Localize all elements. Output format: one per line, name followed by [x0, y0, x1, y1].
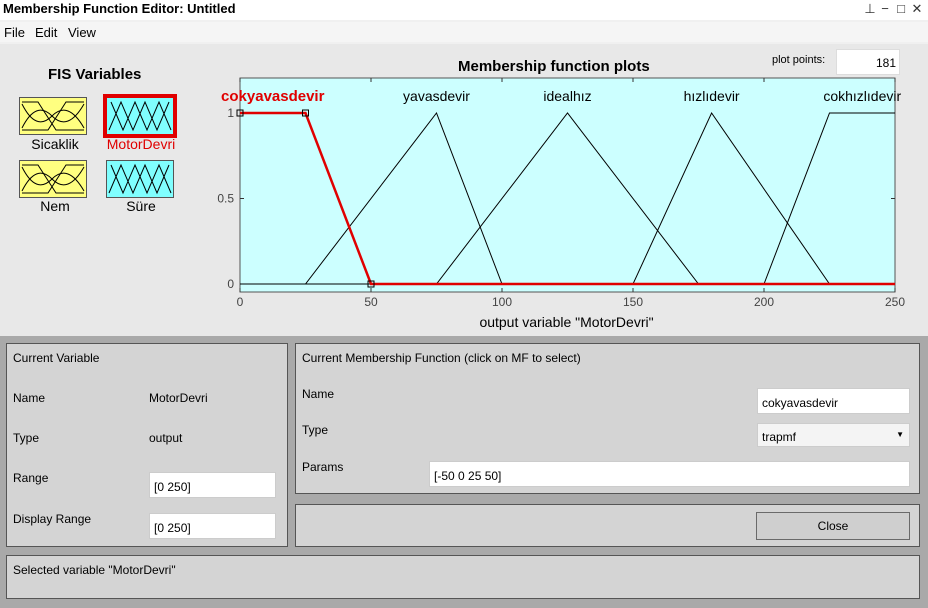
display-range-input[interactable]: [0 250] — [149, 513, 276, 539]
mf-type-select[interactable]: trapmf ▼ — [757, 423, 910, 447]
y-tick-label: 0 — [227, 277, 234, 291]
button-panel: Close — [295, 504, 920, 547]
window-title: Membership Function Editor: Untitled — [3, 1, 236, 16]
y-tick-label: 0.5 — [217, 192, 234, 206]
mf-label-hızlıdevir: hızlıdevir — [684, 88, 740, 104]
title-bar: Membership Function Editor: Untitled ⊥ −… — [0, 0, 928, 20]
x-tick-label: 0 — [237, 295, 244, 309]
close-button[interactable]: Close — [756, 512, 910, 540]
mf-type-label: Type — [302, 423, 329, 437]
mf-name-label: Name — [302, 387, 335, 401]
lower-region: Current Variable Name MotorDevri Type ou… — [0, 336, 928, 608]
mf-type-value: trapmf — [762, 430, 797, 444]
menu-file[interactable]: File — [4, 25, 25, 40]
pin-icon[interactable]: ⊥ — [862, 1, 878, 17]
chevron-down-icon: ▼ — [896, 430, 904, 439]
status-text: Selected variable "MotorDevri" — [13, 563, 176, 577]
x-tick-label: 100 — [492, 295, 512, 309]
close-window-icon[interactable]: ✕ — [909, 1, 925, 17]
x-tick-label: 250 — [885, 295, 905, 309]
cv-type-value: output — [149, 431, 183, 445]
x-axis-label: output variable "MotorDevri" — [479, 314, 653, 330]
mf-params-label: Params — [302, 460, 344, 474]
x-tick-label: 150 — [623, 295, 643, 309]
mf-label-yavasdevir: yavasdevir — [403, 88, 470, 104]
plot-area — [239, 77, 896, 293]
cv-range-label: Range — [13, 471, 49, 485]
maximize-icon[interactable]: □ — [893, 1, 909, 17]
current-variable-heading: Current Variable — [13, 351, 100, 365]
menu-bar: File Edit View — [0, 22, 928, 42]
mf-params-input[interactable]: [-50 0 25 50] — [429, 461, 910, 487]
current-variable-panel: Current Variable Name MotorDevri Type ou… — [6, 343, 288, 547]
x-tick-label: 50 — [364, 295, 378, 309]
cv-name-value: MotorDevri — [149, 391, 208, 405]
x-tick-label: 200 — [754, 295, 774, 309]
mf-label-cokhızlıdevir: cokhızlıdevir — [823, 88, 901, 104]
status-panel: Selected variable "MotorDevri" — [6, 555, 920, 599]
membership-function-plot[interactable]: 0 50 100 150 200 250 0 0.5 1 output variable "Mot… — [0, 44, 928, 336]
range-input[interactable]: [0 250] — [149, 472, 276, 498]
menu-edit[interactable]: Edit — [35, 25, 57, 40]
cv-type-label: Type — [13, 431, 40, 445]
cv-name-label: Name — [13, 391, 46, 405]
current-mf-panel: Current Membership Function (click on MF… — [295, 343, 920, 494]
mf-label-cokyavasdevir: cokyavasdevir — [221, 88, 325, 105]
minimize-icon[interactable]: − — [877, 1, 893, 17]
mf-label-idealhız: idealhız — [543, 88, 591, 104]
y-tick-label: 1 — [227, 106, 234, 120]
mf-name-input[interactable]: cokyavasdevir — [757, 388, 910, 414]
current-mf-heading: Current Membership Function (click on MF… — [302, 351, 581, 365]
upper-region: FIS Variables Sicaklik MotorDevri Nem Sü — [0, 44, 928, 336]
cv-display-range-label: Display Range — [13, 512, 92, 526]
menu-view[interactable]: View — [68, 25, 96, 40]
